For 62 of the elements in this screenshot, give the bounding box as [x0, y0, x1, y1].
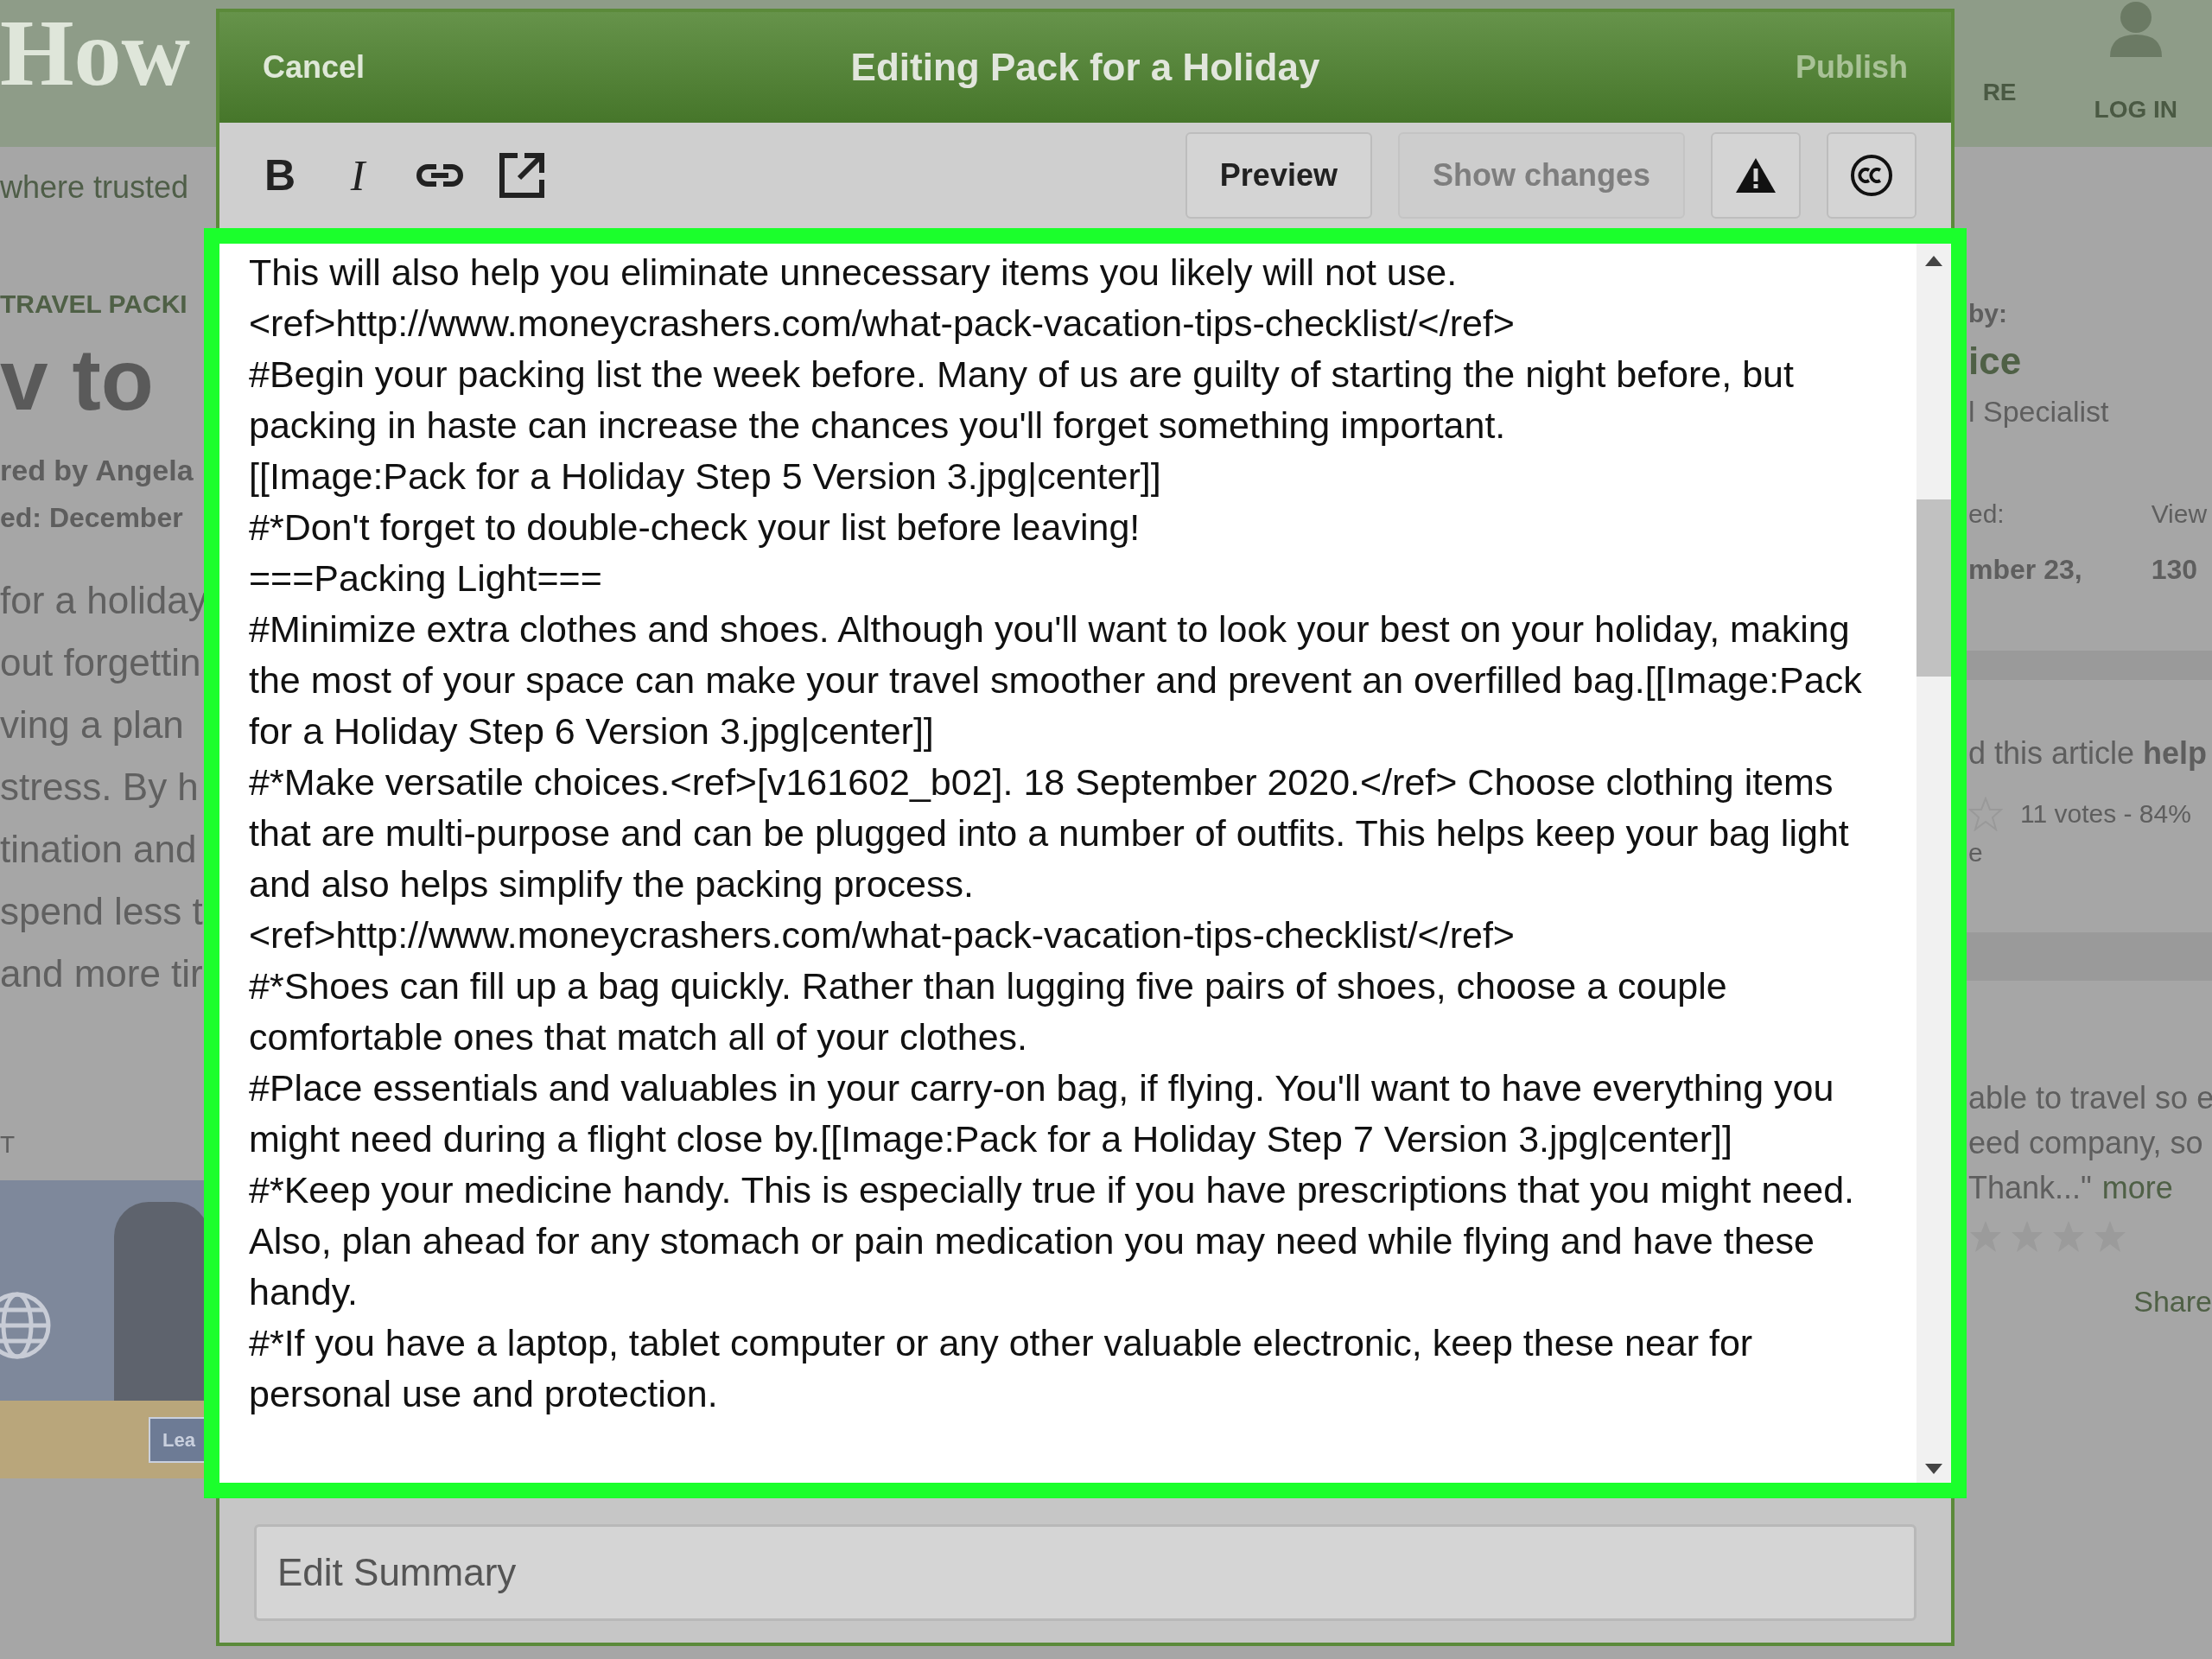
external-link-icon [499, 152, 545, 199]
intro-line: out forgettin [0, 640, 201, 685]
scroll-up-icon [1925, 256, 1942, 266]
more-link[interactable]: more [2101, 1166, 2173, 1211]
updated-text: ed: December [0, 501, 183, 535]
cancel-button[interactable]: Cancel [263, 44, 522, 91]
author-name: ice [1968, 339, 2022, 384]
author-role: l Specialist [1968, 394, 2110, 429]
views-label: View [2151, 499, 2208, 530]
scroll-down-icon [1925, 1464, 1942, 1474]
review-line: Thank..." [1968, 1169, 2092, 1207]
intro-line: for a holiday [0, 578, 207, 623]
edit-summary-field[interactable]: Edit Summary [254, 1524, 1916, 1621]
wikitext-line: #Begin your packing list the week before. Many of us are guilty of starting the night before, but packing in haste can increase the chances you'll forget something important. [249, 353, 1795, 448]
category-link[interactable]: TRAVEL PACKI [0, 284, 188, 323]
wikitext-line: #Place essentials and valuables in your carry-on bag, if flying. You'll want to have everything you might need during a flight close by.[[Image:Pack for a Holiday Step 7 Version 3.jpg|center]] [249, 1066, 1835, 1161]
globe-icon [0, 1290, 52, 1360]
publish-button[interactable]: Publish [1649, 44, 1908, 91]
wikitext-line: #*Don't forget to double-check your list before leaving! [249, 505, 1141, 550]
author-label: by: [1968, 298, 2008, 329]
intro-line: tination and [0, 827, 197, 872]
license-button[interactable] [1827, 132, 1916, 219]
helpful-question: d this article help [1968, 734, 2209, 772]
wikitext-line: <ref>http://www.moneycrashers.com/what-pack-vacation-tips-checklist/</ref> [249, 913, 1516, 957]
section-label: T [0, 1130, 16, 1160]
review-line: able to travel so e [1968, 1079, 2212, 1117]
preview-button[interactable]: Preview [1185, 132, 1372, 219]
warning-button[interactable] [1711, 132, 1801, 219]
review-line: eed company, so [1968, 1124, 2204, 1162]
scrollbar-thumb[interactable] [1916, 499, 1951, 677]
wikitext-line: <ref>http://www.moneycrashers.com/what-pack-vacation-tips-checklist/</ref> [249, 302, 1516, 346]
tagline: where trusted [0, 168, 189, 207]
updated-value: mber 23, [1968, 553, 2082, 587]
nav-item[interactable]: RE [1982, 74, 2017, 128]
intro-line: ving a plan [0, 702, 184, 747]
wikitext-line: #*Shoes can fill up a bag quickly. Rather than lugging five pairs of shoes, choose a couple comfortable ones that match all of your clothes. [249, 964, 1728, 1059]
creative-commons-icon [1850, 154, 1893, 197]
wikitext-line: [[Image:Pack for a Holiday Step 5 Version 3.jpg|center]] [249, 454, 1162, 499]
updated-label: ed: [1968, 499, 2005, 530]
bold-button[interactable]: B [254, 149, 306, 201]
dialog-title: Editing Pack for a Holiday [849, 45, 1321, 90]
italic-button[interactable]: I [332, 149, 384, 201]
wikitext-line: #*Make versatile choices.<ref>[v161602_b02]. 18 September 2020.</ref> Choose clothing items that are multi-purpose and can be plugged into a number of outfits. This helps keep your bag light and also helps simplify the packing process. [249, 760, 1850, 906]
wikitext-line: This will also help you eliminate unnecessary items you likely will not use. [249, 251, 1459, 295]
wikitext-line: #*If you have a laptop, tablet computer or any other valuable electronic, keep these near for personal use and protection. [249, 1321, 1754, 1416]
article-title: v to [0, 336, 154, 423]
intro-line: and more tir [0, 951, 203, 996]
wikitext-line: #Minimize extra clothes and shoes. Although you'll want to look your best on your holiday, making the most of your space can make your travel smoother and prevent an overfilled bag.[[Image:Pack for a Holiday Step 6 Version 3.jpg|center]] [249, 607, 1863, 753]
views-value: 130 [2151, 553, 2198, 587]
scrollbar[interactable] [1916, 244, 1951, 1483]
intro-line: stress. By h [0, 765, 199, 810]
person-icon [2107, 0, 2164, 57]
login-link[interactable]: LOG IN [2094, 0, 2177, 128]
vote-note: e [1968, 837, 1984, 868]
wikitext-line: ===Packing Light=== [249, 556, 603, 601]
site-logo[interactable]: How [0, 5, 190, 100]
share-link[interactable]: Share [2133, 1280, 2212, 1324]
wikitext-line: #*Keep your medicine handy. This is especially true if you have prescriptions that you might need. Also, plan ahead for any stomach or pain medication you may need while flying and have these handy. [249, 1168, 1855, 1314]
warning-icon [1735, 157, 1777, 194]
coauthor-text: red by Angela [0, 453, 194, 488]
intro-line: spend less t [0, 889, 203, 934]
votes-text: 11 votes - 84% [2020, 798, 2191, 830]
